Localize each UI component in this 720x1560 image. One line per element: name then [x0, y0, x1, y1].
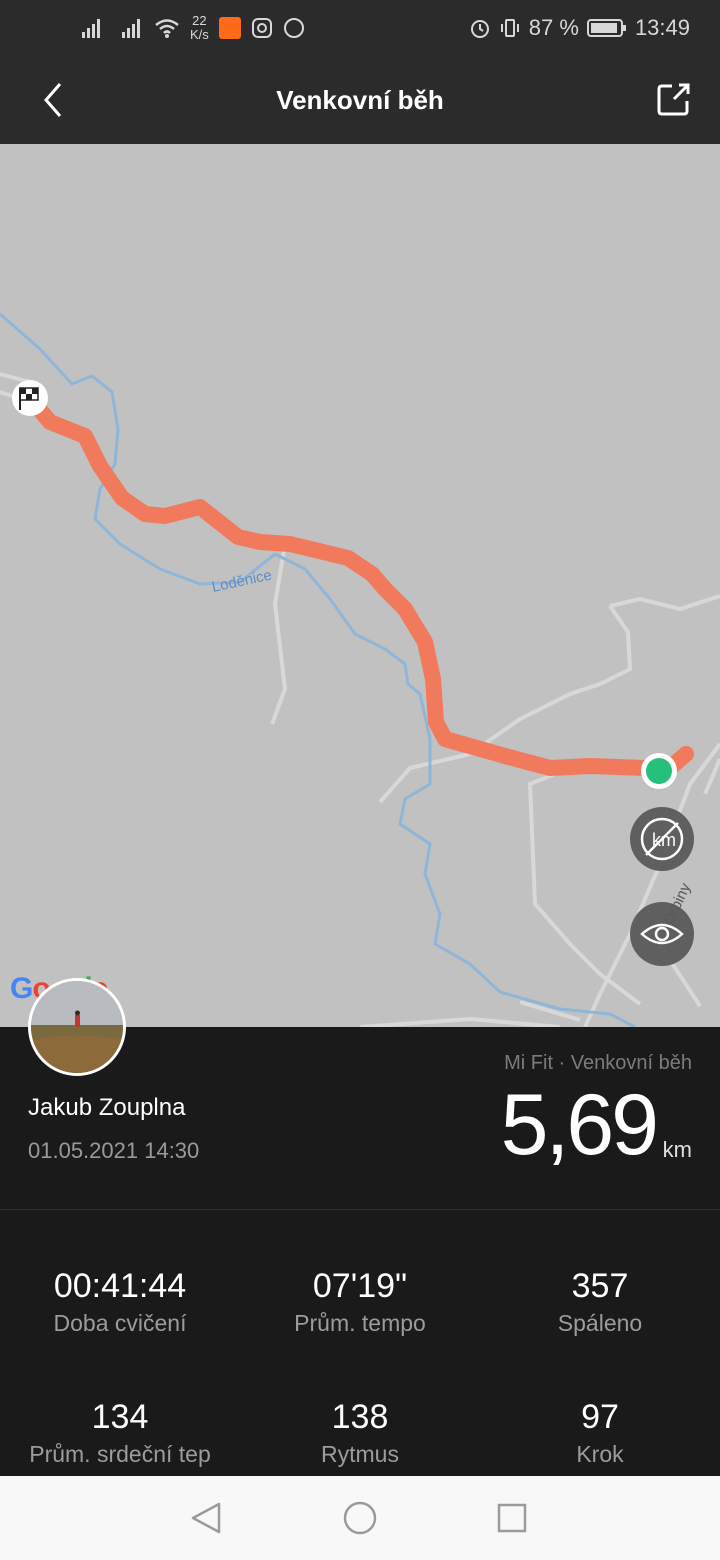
stat-value: 138: [331, 1398, 389, 1436]
stat-label: Krok: [576, 1441, 624, 1467]
eye-icon: [640, 923, 684, 945]
vibrate-icon: [500, 19, 519, 37]
route-path: [22, 390, 694, 776]
nav-back-button[interactable]: [186, 1498, 226, 1538]
stat-duration: 00:41:44 Doba cvičení: [0, 1266, 240, 1337]
stat-calories: 357 Spáleno: [480, 1266, 720, 1337]
stat-value: 00:41:44: [53, 1267, 187, 1305]
stat-label: Doba cvičení: [53, 1310, 187, 1336]
nav-home-button[interactable]: [340, 1498, 380, 1538]
mi-app-icon: [218, 17, 241, 39]
stat-label: Prům. tempo: [294, 1310, 426, 1336]
stat-label: Spáleno: [557, 1310, 643, 1336]
start-marker: [641, 753, 677, 789]
share-button[interactable]: [650, 78, 698, 122]
stat-label: Prům. srdeční tep: [29, 1441, 211, 1467]
circle-home-icon: [343, 1501, 377, 1535]
stat-value: 97: [581, 1398, 619, 1436]
km-off-icon: km: [640, 817, 684, 861]
sync-icon: [283, 18, 304, 38]
stat-pace: 07'19" Prům. tempo: [240, 1266, 480, 1337]
river: [0, 312, 636, 1027]
network-speed: 22 K/s: [190, 13, 209, 42]
stat-heart-rate: 134 Prům. srdeční tep: [0, 1397, 240, 1468]
user-name: Jakub Zouplna: [28, 1094, 186, 1121]
stat-value: 134: [91, 1398, 149, 1436]
battery-icon: [586, 19, 626, 37]
instagram-icon: [251, 18, 272, 38]
activity-datetime: 01.05.2021 14:30: [28, 1138, 200, 1163]
route-map[interactable]: Loděnice Orbiny km Google: [0, 144, 720, 1027]
toggle-km-markers-button[interactable]: km: [630, 807, 694, 871]
stat-cadence: 138 Rytmus: [240, 1397, 480, 1468]
avatar[interactable]: [28, 978, 126, 1076]
signal-icon: [122, 19, 140, 38]
stat-stride: 97 Krok: [480, 1397, 720, 1468]
river-label: Loděnice: [210, 567, 273, 596]
finish-flag-icon: [12, 380, 48, 416]
distance-value: 5,69: [500, 1077, 659, 1173]
triangle-back-icon: [191, 1502, 221, 1534]
battery-percent: 87 %: [528, 15, 579, 40]
square-recents-icon: [497, 1503, 527, 1533]
page-title: Venkovní běh: [276, 85, 444, 115]
distance-unit: km: [662, 1137, 692, 1162]
alarm-icon: [470, 20, 489, 38]
stat-label: Rytmus: [321, 1441, 399, 1467]
divider: [0, 1209, 720, 1210]
system-nav-bar: [0, 1476, 720, 1560]
activity-source: Mi Fit · Venkovní běh: [504, 1052, 692, 1074]
status-bar: 22 K/s 87 % 13:49: [0, 0, 720, 56]
signal-icon: [82, 19, 100, 38]
avatar-photo: [31, 981, 123, 1073]
app-header: Venkovní běh: [0, 56, 720, 144]
clock: 13:49: [634, 15, 690, 40]
wifi-icon: [155, 19, 179, 38]
share-icon: [657, 83, 690, 116]
toggle-visibility-button[interactable]: [630, 902, 694, 966]
stat-value: 07'19": [312, 1267, 408, 1305]
stat-value: 357: [571, 1267, 629, 1305]
nav-recents-button[interactable]: [492, 1498, 532, 1538]
